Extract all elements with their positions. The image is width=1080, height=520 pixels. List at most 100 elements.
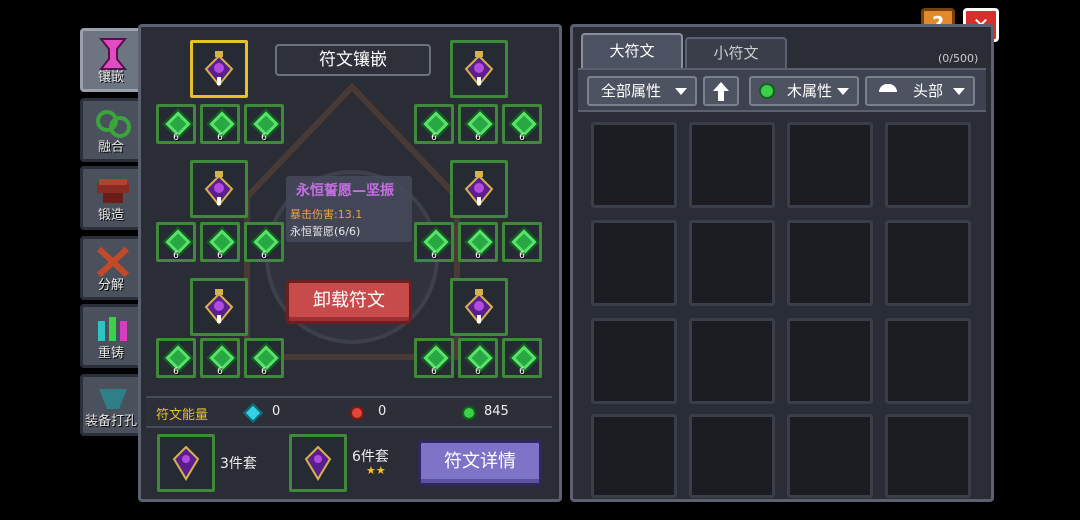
wood-element-icon xyxy=(759,83,775,99)
green-energy-value: 845 xyxy=(484,404,509,419)
inventory-slot[interactable] xyxy=(885,122,971,208)
green-energy-icon xyxy=(462,406,476,420)
rune-level: 6 xyxy=(431,367,437,377)
tab-decompose[interactable]: 分解 xyxy=(80,236,142,300)
small-rune-slot[interactable]: 6 xyxy=(156,222,196,262)
small-rune-slot[interactable]: 6 xyxy=(244,338,284,378)
slot-filter-value: 头部 xyxy=(913,82,944,100)
rune-level: 6 xyxy=(519,251,525,261)
small-rune-slot[interactable]: 6 xyxy=(200,338,240,378)
big-rune-slot[interactable] xyxy=(450,160,508,218)
inventory-slot[interactable] xyxy=(591,318,677,404)
big-rune-slot[interactable] xyxy=(190,278,248,336)
rune-tooltip: 永恒誓愿—坚振 暴击伤害:13.1 永恒誓愿(6/6) xyxy=(286,176,412,242)
arrow-up-icon xyxy=(713,82,729,101)
set-6-icon-slot[interactable] xyxy=(289,434,347,492)
set-3-icon-slot[interactable] xyxy=(157,434,215,492)
rune-level: 6 xyxy=(217,251,223,261)
rune-level: 6 xyxy=(431,251,437,261)
tab-recast[interactable]: 重铸 xyxy=(80,304,142,368)
big-rune-slot[interactable] xyxy=(190,40,248,98)
tab-small-runes[interactable]: 小符文 xyxy=(685,37,787,69)
rune-gem-icon xyxy=(464,289,494,325)
inventory-slot[interactable] xyxy=(787,414,873,498)
inventory-slot[interactable] xyxy=(885,414,971,498)
rune-level: 6 xyxy=(217,133,223,143)
small-rune-slot[interactable]: 6 xyxy=(156,338,196,378)
rune-level: 6 xyxy=(475,133,481,143)
small-rune-slot[interactable]: 6 xyxy=(502,338,542,378)
rune-details-button[interactable]: 符文详情 xyxy=(418,440,542,486)
small-rune-slot[interactable]: 6 xyxy=(200,104,240,144)
tab-socket-drill[interactable]: 装备打孔 xyxy=(80,374,142,436)
sort-order-button[interactable] xyxy=(703,76,739,106)
inventory-slot[interactable] xyxy=(787,220,873,306)
rune-level: 6 xyxy=(261,251,267,261)
rune-gem-icon xyxy=(172,445,200,481)
rune-level: 6 xyxy=(217,367,223,377)
inventory-slot[interactable] xyxy=(787,122,873,208)
element-filter-value: 木属性 xyxy=(787,82,833,100)
attribute-filter-dropdown[interactable]: 全部属性 xyxy=(587,76,697,106)
set-6-label: 6件套 xyxy=(352,449,389,465)
big-rune-slot[interactable] xyxy=(450,40,508,98)
rune-gem-icon xyxy=(464,171,494,207)
small-rune-slot[interactable]: 6 xyxy=(414,338,454,378)
small-rune-slot[interactable]: 6 xyxy=(156,104,196,144)
chevron-down-icon xyxy=(837,88,849,95)
big-rune-slot[interactable] xyxy=(190,160,248,218)
small-rune-slot[interactable]: 6 xyxy=(502,222,542,262)
tab-label: 装备打孔 xyxy=(84,414,137,429)
small-rune-slot[interactable]: 6 xyxy=(458,222,498,262)
rune-level: 6 xyxy=(261,133,267,143)
rune-level: 6 xyxy=(475,251,481,261)
inventory-slot[interactable] xyxy=(689,318,775,404)
energy-bar: 符文能量 0 0 845 xyxy=(146,396,552,428)
tab-forge[interactable]: 锻造 xyxy=(80,166,142,230)
tooltip-set: 永恒誓愿(6/6) xyxy=(290,225,361,238)
rune-level: 6 xyxy=(431,133,437,143)
cyan-energy-icon xyxy=(243,403,263,423)
slot-filter-dropdown[interactable]: 头部 xyxy=(865,76,975,106)
small-rune-slot[interactable]: 6 xyxy=(244,104,284,144)
rune-level: 6 xyxy=(173,367,179,377)
rune-level: 6 xyxy=(173,133,179,143)
inventory-slot[interactable] xyxy=(885,318,971,404)
inventory-slot[interactable] xyxy=(689,220,775,306)
panel-title: 符文镶嵌 xyxy=(275,44,431,76)
set-6-stars: ★★ xyxy=(366,464,386,477)
set-3-label: 3件套 xyxy=(220,456,257,472)
tab-inlay[interactable]: 镶嵌 xyxy=(80,28,142,92)
inventory-slot[interactable] xyxy=(591,220,677,306)
tab-big-runes[interactable]: 大符文 xyxy=(581,33,683,69)
small-rune-slot[interactable]: 6 xyxy=(414,222,454,262)
tab-label: 锻造 xyxy=(97,208,124,223)
big-rune-slot[interactable] xyxy=(450,278,508,336)
helmet-icon xyxy=(879,84,897,98)
inventory-slot[interactable] xyxy=(689,414,775,498)
inventory-count: (0/500) xyxy=(938,52,979,65)
small-rune-slot[interactable]: 6 xyxy=(244,222,284,262)
unequip-rune-button[interactable]: 卸载符文 xyxy=(286,280,412,324)
small-rune-slot[interactable]: 6 xyxy=(458,338,498,378)
small-rune-slot[interactable]: 6 xyxy=(414,104,454,144)
inventory-slot[interactable] xyxy=(591,122,677,208)
tab-label: 分解 xyxy=(97,278,124,293)
tab-fusion[interactable]: 融合 xyxy=(80,98,142,162)
inventory-slot[interactable] xyxy=(689,122,775,208)
energy-label: 符文能量 xyxy=(156,408,209,423)
inventory-slot[interactable] xyxy=(787,318,873,404)
rune-gem-icon xyxy=(204,51,234,87)
element-filter-dropdown[interactable]: 木属性 xyxy=(749,76,859,106)
attribute-filter-value: 全部属性 xyxy=(601,82,662,100)
tab-label: 镶嵌 xyxy=(97,70,124,85)
inventory-slot[interactable] xyxy=(885,220,971,306)
small-rune-slot[interactable]: 6 xyxy=(200,222,240,262)
rune-gem-icon xyxy=(204,289,234,325)
small-rune-slot[interactable]: 6 xyxy=(458,104,498,144)
rune-level: 6 xyxy=(261,367,267,377)
inventory-slot[interactable] xyxy=(591,414,677,498)
tooltip-rune-name: 永恒誓愿—坚振 xyxy=(296,183,394,199)
rune-gem-icon xyxy=(204,171,234,207)
small-rune-slot[interactable]: 6 xyxy=(502,104,542,144)
